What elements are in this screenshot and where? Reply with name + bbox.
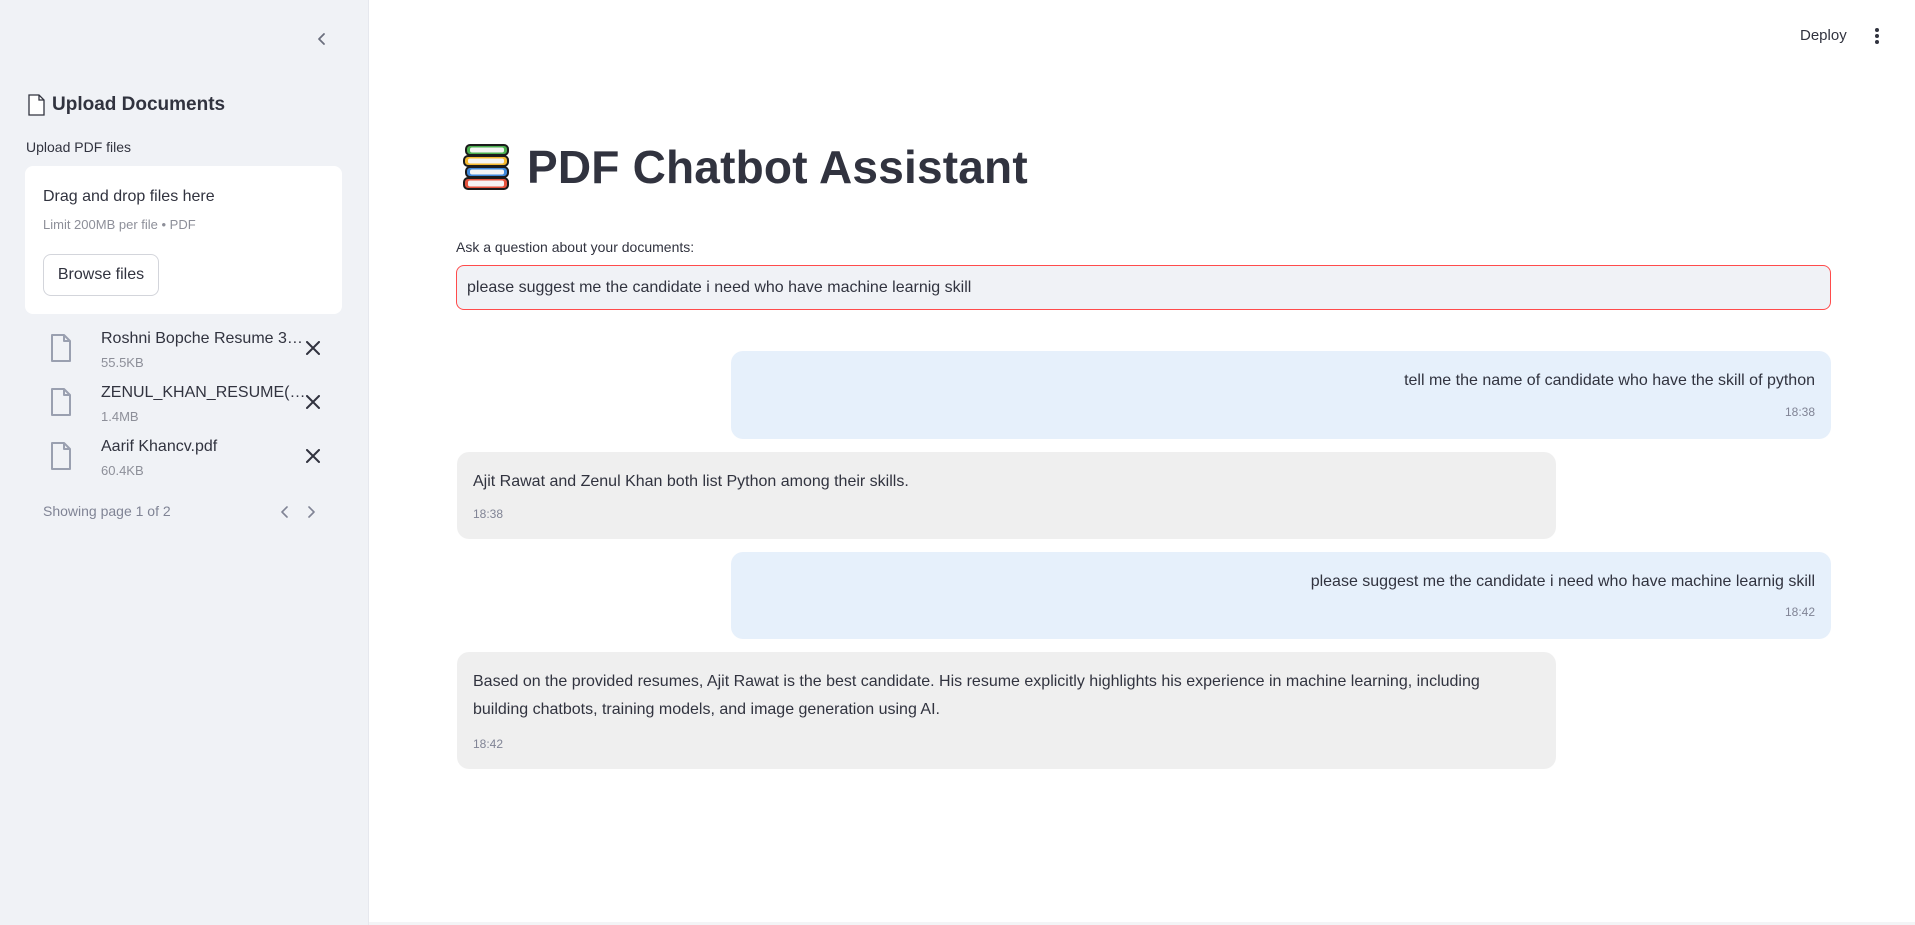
sidebar-header: Upload Documents: [26, 94, 225, 116]
document-icon: [28, 94, 45, 116]
assistant-message: Ajit Rawat and Zenul Khan both list Pyth…: [457, 452, 1556, 539]
file-size: 1.4MB: [101, 409, 139, 424]
main-menu-button[interactable]: [1868, 25, 1886, 47]
file-size: 60.4KB: [101, 463, 144, 478]
uploaded-file: Roshni Bopche Resume 3.pdf 55.5KB: [45, 326, 335, 380]
message-text: please suggest me the candidate i need w…: [1310, 573, 1815, 590]
file-name: Aarif Khancv.pdf: [101, 438, 218, 455]
message-text: Based on the provided resumes, Ajit Rawa…: [473, 673, 1480, 718]
question-label: Ask a question about your documents:: [456, 239, 695, 255]
browse-files-button[interactable]: Browse files: [43, 254, 159, 296]
deploy-button[interactable]: Deploy: [1800, 27, 1847, 44]
chevron-left-icon: [318, 33, 325, 45]
question-input[interactable]: [456, 265, 1831, 310]
pager-text: Showing page 1 of 2: [43, 503, 171, 519]
next-page-button[interactable]: [301, 502, 321, 522]
file-size: 55.5KB: [101, 355, 144, 370]
assistant-message: Based on the provided resumes, Ajit Rawa…: [457, 652, 1556, 769]
sidebar-title: Upload Documents: [52, 94, 226, 115]
title-row: PDF Chatbot Assistant: [461, 140, 1028, 194]
file-name: Roshni Bopche Resume 3.pdf: [101, 330, 307, 347]
message-text: tell me the name of candidate who have t…: [1404, 372, 1815, 389]
message-time: 18:42: [473, 737, 504, 751]
dropzone-limit: Limit 200MB per file • PDF: [43, 217, 196, 232]
close-icon: [306, 341, 320, 355]
uploaded-file: Aarif Khancv.pdf 60.4KB: [45, 434, 335, 488]
page-title: PDF Chatbot Assistant: [527, 141, 1028, 193]
close-icon: [306, 395, 320, 409]
uploaded-file-list: Roshni Bopche Resume 3.pdf 55.5KB ZENUL_…: [45, 326, 335, 488]
remove-file-button[interactable]: [301, 444, 325, 468]
collapse-sidebar-button[interactable]: [311, 28, 333, 50]
user-message: tell me the name of candidate who have t…: [731, 351, 1831, 439]
app: Upload Documents Upload PDF files Drag a…: [0, 0, 1915, 925]
close-icon: [306, 449, 320, 463]
remove-file-button[interactable]: [301, 390, 325, 414]
file-name: ZENUL_KHAN_RESUME(1).pdf: [101, 384, 307, 401]
user-message: please suggest me the candidate i need w…: [731, 552, 1831, 639]
sidebar: Upload Documents Upload PDF files Drag a…: [0, 0, 369, 925]
file-icon: [51, 388, 71, 416]
kebab-menu-icon: [1875, 28, 1879, 44]
upload-label: Upload PDF files: [26, 139, 132, 155]
remove-file-button[interactable]: [301, 336, 325, 360]
message-time: 18:38: [1784, 405, 1815, 419]
previous-page-button[interactable]: [275, 502, 295, 522]
chevron-left-icon: [281, 506, 288, 518]
file-icon: [51, 334, 71, 362]
file-dropzone[interactable]: Drag and drop files here Limit 200MB per…: [25, 166, 342, 314]
uploaded-file: ZENUL_KHAN_RESUME(1).pdf 1.4MB: [45, 380, 335, 434]
dropzone-title: Drag and drop files here: [43, 188, 215, 205]
file-pager: Showing page 1 of 2: [43, 502, 323, 522]
message-text: Ajit Rawat and Zenul Khan both list Pyth…: [473, 473, 909, 490]
books-icon: [463, 144, 509, 190]
chevron-right-icon: [308, 506, 315, 518]
message-time: 18:42: [1784, 605, 1815, 619]
message-time: 18:38: [473, 507, 504, 521]
file-icon: [51, 442, 71, 470]
